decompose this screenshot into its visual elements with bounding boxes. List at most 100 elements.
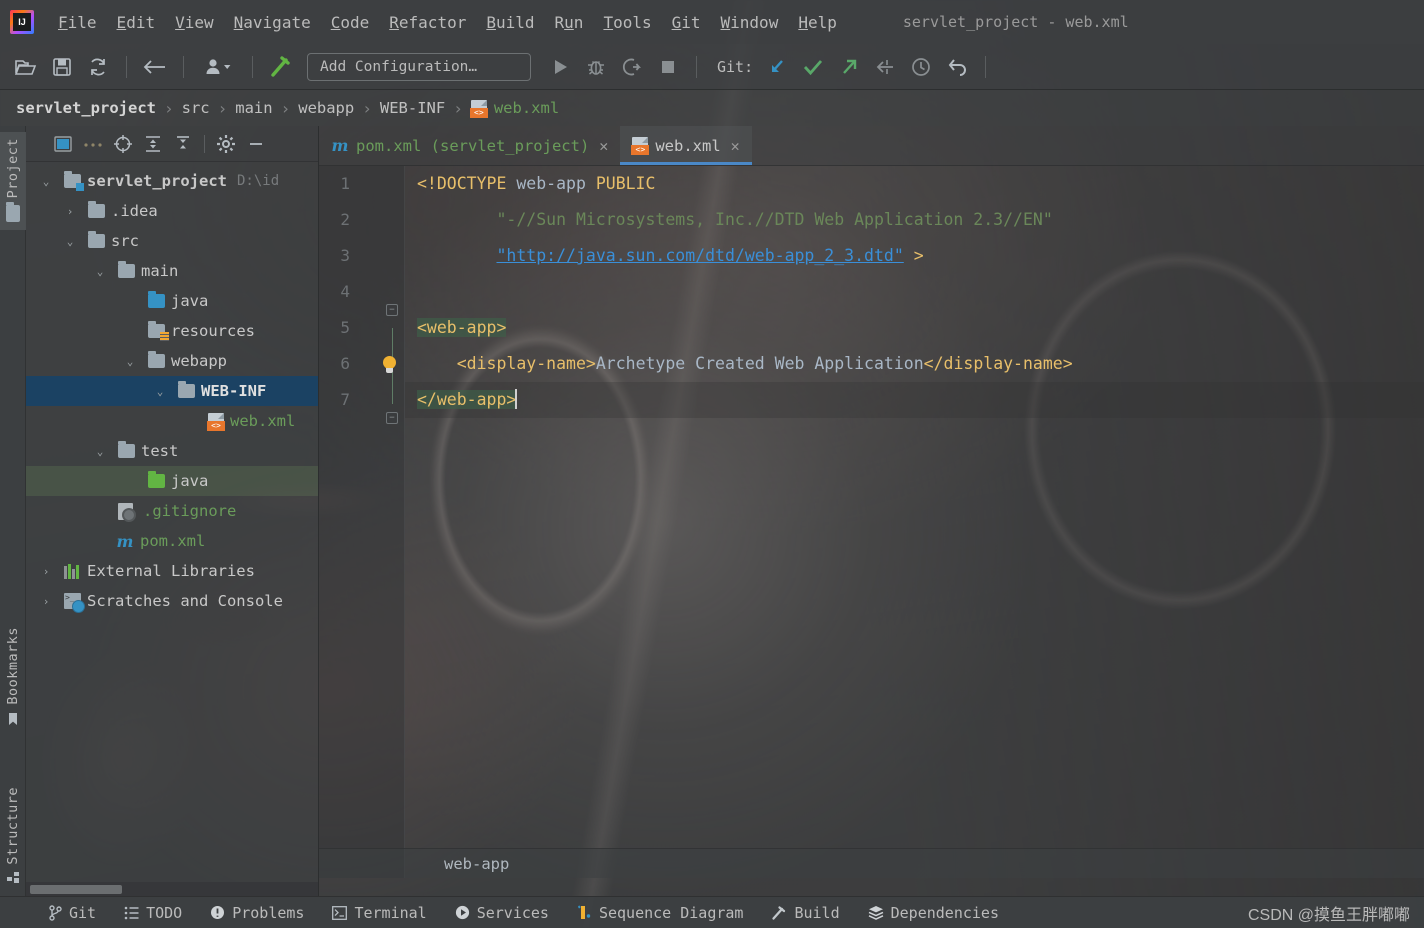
close-icon[interactable]: ✕	[599, 137, 608, 155]
status-label: Problems	[232, 903, 305, 922]
status-item-sequence-diagram[interactable]: Sequence Diagram	[563, 904, 758, 922]
editor-gutter[interactable]: 1 2 3 4 5 6 7 − −	[319, 166, 405, 878]
tree-item-main-java[interactable]: java	[26, 286, 318, 316]
tree-twisty-collapsed[interactable]: ›	[62, 205, 78, 218]
editor-tab-pom-xml[interactable]: m pom.xml (servlet_project) ✕	[319, 126, 620, 165]
tree-twisty-expanded[interactable]: ⌄	[122, 355, 138, 368]
user-profile-icon[interactable]	[197, 53, 239, 81]
menu-item-window[interactable]: Window	[711, 10, 789, 35]
breadcrumb-item-webinf[interactable]: WEB-INF	[380, 99, 445, 117]
project-panel-horizontal-scrollbar[interactable]	[26, 882, 318, 896]
tree-twisty-expanded[interactable]: ⌄	[92, 265, 108, 278]
tree-item-web-inf[interactable]: ⌄ WEB-INF	[26, 376, 318, 406]
collapse-all-icon[interactable]	[168, 131, 198, 157]
scrollbar-thumb[interactable]	[30, 885, 122, 894]
tree-twisty-expanded[interactable]: ⌄	[92, 445, 108, 458]
tree-item-test[interactable]: ⌄ test	[26, 436, 318, 466]
tree-twisty-expanded[interactable]: ⌄	[152, 385, 168, 398]
status-item-terminal[interactable]: Terminal	[318, 904, 440, 922]
expand-all-icon[interactable]	[138, 131, 168, 157]
breadcrumb-item-src[interactable]: src	[182, 99, 210, 117]
tree-item-pom-xml[interactable]: m pom.xml	[26, 526, 318, 556]
git-rebase-icon[interactable]	[870, 53, 900, 81]
locate-target-icon[interactable]	[108, 131, 138, 157]
tree-label: .idea	[111, 202, 158, 220]
menu-item-tools[interactable]: Tools	[593, 10, 661, 35]
sequence-diagram-icon	[577, 905, 592, 920]
tree-item-main[interactable]: ⌄ main	[26, 256, 318, 286]
external-libraries-icon	[64, 563, 81, 579]
breadcrumb-item-main[interactable]: main	[235, 99, 272, 117]
git-push-icon[interactable]	[834, 53, 864, 81]
tree-item-idea[interactable]: › .idea	[26, 196, 318, 226]
code-editor[interactable]: 1 2 3 4 5 6 7 − − <!DOCTYPE web-app PUBL…	[319, 166, 1424, 878]
status-item-todo[interactable]: TODO	[110, 904, 196, 922]
tree-item-gitignore[interactable]: .gitignore	[26, 496, 318, 526]
tree-twisty-collapsed[interactable]: ›	[38, 595, 54, 608]
status-item-build[interactable]: Build	[757, 904, 853, 922]
stop-square-icon[interactable]	[653, 53, 683, 81]
breadcrumb-item-webxml[interactable]: web.xml	[494, 99, 559, 117]
editor-breadcrumb-web-app[interactable]: web-app	[444, 855, 509, 873]
breadcrumb-item-project[interactable]: servlet_project	[16, 99, 156, 117]
hide-minus-icon[interactable]	[241, 131, 271, 157]
breadcrumb-item-webapp[interactable]: webapp	[298, 99, 354, 117]
tree-item-src[interactable]: ⌄ src	[26, 226, 318, 256]
run-with-coverage-icon[interactable]	[617, 53, 647, 81]
run-play-icon[interactable]	[545, 53, 575, 81]
menu-item-navigate[interactable]: Navigate	[224, 10, 321, 35]
settings-gear-icon[interactable]	[211, 131, 241, 157]
dtd-link[interactable]: "http://java.sun.com/dtd/web-app_2_3.dtd…	[496, 246, 903, 265]
more-options-icon[interactable]	[78, 131, 108, 157]
menu-item-refactor[interactable]: Refactor	[379, 10, 476, 35]
status-item-problems[interactable]: Problems	[196, 904, 318, 922]
status-item-dependencies[interactable]: Dependencies	[854, 904, 1013, 922]
editor-tab-web-xml[interactable]: web.xml ✕	[620, 126, 753, 165]
git-rollback-undo-icon[interactable]	[942, 53, 972, 81]
open-folder-icon[interactable]	[11, 53, 41, 81]
select-opened-file-icon[interactable]	[48, 131, 78, 157]
sync-refresh-icon[interactable]	[83, 53, 113, 81]
status-item-git[interactable]: Git	[34, 904, 110, 922]
code-fold-toggle-close[interactable]: −	[386, 412, 398, 424]
build-hammer-icon[interactable]	[266, 53, 296, 81]
status-item-services[interactable]: Services	[441, 904, 563, 922]
tree-item-webapp[interactable]: ⌄ webapp	[26, 346, 318, 376]
tree-twisty-expanded[interactable]: ⌄	[38, 175, 54, 188]
menu-item-view[interactable]: View	[165, 10, 224, 35]
code-text[interactable]: <!DOCTYPE web-app PUBLIC "-//Sun Microsy…	[405, 166, 1424, 878]
tree-item-web-xml[interactable]: web.xml	[26, 406, 318, 436]
menu-item-run[interactable]: Run	[545, 10, 594, 35]
tree-item-servlet-project[interactable]: ⌄ servlet_project D:\id	[26, 166, 318, 196]
tree-twisty-collapsed[interactable]: ›	[38, 565, 54, 578]
close-icon[interactable]: ✕	[731, 137, 740, 155]
git-history-clock-icon[interactable]	[906, 53, 936, 81]
code-fold-toggle-open[interactable]: −	[386, 304, 398, 316]
git-commit-check-icon[interactable]	[798, 53, 828, 81]
git-update-project-icon[interactable]	[762, 53, 792, 81]
tree-item-resources[interactable]: resources	[26, 316, 318, 346]
line-number: 2	[340, 210, 350, 229]
debug-bug-icon[interactable]	[581, 53, 611, 81]
tree-item-external-libraries[interactable]: › External Libraries	[26, 556, 318, 586]
status-label: Terminal	[354, 903, 427, 922]
save-all-icon[interactable]	[47, 53, 77, 81]
run-configuration-selector[interactable]: Add Configuration…	[307, 52, 531, 81]
back-arrow-icon[interactable]	[140, 53, 170, 81]
tree-item-test-java[interactable]: java	[26, 466, 318, 496]
sidebar-item-bookmarks[interactable]: Bookmarks	[0, 621, 26, 738]
menu-item-edit[interactable]: Edit	[107, 10, 166, 35]
sidebar-item-structure[interactable]: Structure	[0, 781, 26, 897]
tree-label: pom.xml	[140, 532, 206, 550]
tree-item-scratches-and-consoles[interactable]: › Scratches and Console	[26, 586, 318, 616]
tree-twisty-expanded[interactable]: ⌄	[62, 235, 78, 248]
menu-item-help[interactable]: Help	[788, 10, 847, 35]
menu-item-file[interactable]: File	[48, 10, 107, 35]
menu-item-git[interactable]: Git	[662, 10, 711, 35]
sidebar-item-project[interactable]: Project	[0, 132, 26, 231]
breadcrumb-separator: ›	[280, 98, 291, 118]
maven-pom-icon: m	[331, 136, 349, 155]
menu-item-code[interactable]: Code	[321, 10, 380, 35]
intention-lightbulb-icon[interactable]	[381, 356, 399, 374]
menu-item-build[interactable]: Build	[476, 10, 544, 35]
